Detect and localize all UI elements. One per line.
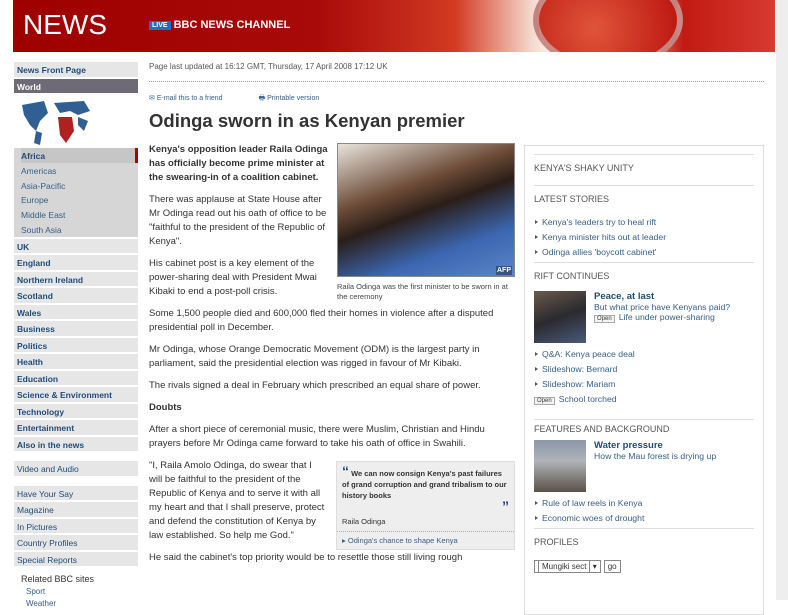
box-title: KENYA'S SHAKY UNITY [534, 154, 754, 181]
related-box: KENYA'S SHAKY UNITY LATEST STORIES Kenya… [524, 145, 764, 615]
envelope-icon: ✉ [149, 95, 157, 102]
sidebar-item-health[interactable]: Health [14, 354, 138, 369]
email-link[interactable]: ✉ E-mail this to a friend [149, 92, 223, 106]
sidebar-item-science[interactable]: Science & Environment [14, 387, 138, 402]
feature-item[interactable]: Water pressure How the Mau forest is dryi… [534, 440, 754, 492]
open-link[interactable]: School torched [559, 394, 617, 404]
article-photo: AFP Raila Odinga was the first minister … [337, 143, 515, 302]
paragraph: After a short piece of ceremonial music,… [149, 424, 485, 449]
photo-caption: Raila Odinga was the first minister to b… [337, 282, 508, 301]
quote-link-label: Odinga's chance to shape Kenya [347, 536, 458, 545]
latest-link[interactable]: Kenya minister hits out at leader [534, 232, 754, 242]
rift-link[interactable]: Slideshow: Mariam [534, 379, 754, 389]
profiles-title: PROFILES [534, 528, 754, 555]
scrollbar[interactable] [776, 0, 788, 600]
printer-icon: 🖶 [258, 95, 268, 102]
sidebar-item-country-profiles[interactable]: Country Profiles [14, 535, 138, 550]
sidebar-item-front-page[interactable]: News Front Page [14, 62, 138, 77]
paragraph: He said the cabinet's top priority would… [149, 552, 463, 563]
rift-link[interactable]: Slideshow: Bernard [534, 364, 754, 374]
rift-feature[interactable]: Peace, at last But what price have Kenyan… [534, 291, 754, 343]
region-americas[interactable]: Americas [21, 163, 138, 178]
world-map-icon[interactable] [14, 95, 138, 148]
sidebar-item-video-audio[interactable]: Video and Audio [14, 461, 138, 476]
sidebar-item-also-in-news[interactable]: Also in the news [14, 436, 138, 452]
rift-feature-title[interactable]: Peace, at last [594, 291, 654, 302]
related-sites: Related BBC sites Sport Weather [14, 568, 138, 608]
sidebar-item-northern-ireland[interactable]: Northern Ireland [14, 271, 138, 287]
region-africa[interactable]: Africa [21, 148, 138, 163]
paragraph: Mr Odinga, whose Orange Democratic Movem… [149, 344, 480, 369]
features-title: FEATURES AND BACKGROUND [534, 419, 754, 438]
region-list: Africa Americas Asia-Pacific Europe Midd… [14, 148, 138, 237]
related-weather[interactable]: Weather [21, 599, 138, 608]
open-icon[interactable]: Open [594, 315, 615, 323]
feature-sub: How the Mau forest is drying up [594, 451, 717, 461]
sidebar-item-scotland[interactable]: Scotland [14, 288, 138, 303]
latest-title: LATEST STORIES [534, 185, 754, 212]
sidebar-item-politics[interactable]: Politics [14, 337, 138, 353]
live-channel-link[interactable]: LIVE BBC NEWS CHANNEL [149, 19, 290, 31]
profiles-select[interactable]: Mungiki sect ▾ [534, 560, 601, 573]
sidebar-item-technology[interactable]: Technology [14, 403, 138, 419]
profiles-select-value: Mungiki sect [538, 560, 591, 573]
article: Page last updated at 16:12 GMT, Thursday… [149, 60, 764, 573]
pull-quote: “ We can now consign Kenya's past failur… [336, 461, 515, 550]
sidebar-nav: News Front Page World Africa Americas As… [14, 62, 138, 608]
sidebar-item-world[interactable]: World [14, 78, 138, 93]
region-europe[interactable]: Europe [21, 192, 138, 207]
related-title: Related BBC sites [21, 574, 95, 585]
paragraph: The rivals signed a deal in February whi… [149, 380, 481, 391]
go-button[interactable]: go [603, 560, 621, 573]
sidebar-item-wales[interactable]: Wales [14, 304, 138, 320]
latest-link[interactable]: Kenya's leaders try to heal rift [534, 217, 754, 227]
feature-link[interactable]: Economic woes of drought [534, 513, 754, 523]
quote-author: Raila Odinga [337, 516, 514, 532]
header-banner: NEWS LIVE BBC NEWS CHANNEL [13, 0, 775, 52]
latest-link[interactable]: Odinga allies 'boycott cabinet' [534, 247, 754, 257]
sidebar-item-england[interactable]: England [14, 255, 138, 270]
channel-label: BBC NEWS CHANNEL [173, 19, 291, 31]
open-link[interactable]: Life under power-sharing [619, 312, 715, 322]
news-logo[interactable]: NEWS [23, 9, 107, 41]
last-updated: Page last updated at 16:12 GMT, Thursday… [149, 60, 764, 82]
rift-title: RIFT CONTINUES [534, 262, 754, 289]
sidebar-item-magazine[interactable]: Magazine [14, 502, 138, 517]
region-south-asia[interactable]: South Asia [21, 222, 138, 237]
subheading: Doubts [149, 402, 182, 413]
open-quote-icon: “ [342, 463, 349, 479]
rift-link[interactable]: Q&A: Kenya peace deal [534, 349, 754, 359]
region-asia-pacific[interactable]: Asia-Pacific [21, 178, 138, 193]
rift-thumbnail[interactable] [534, 291, 586, 343]
live-badge: LIVE [149, 20, 171, 30]
page-title: Odinga sworn in as Kenyan premier [149, 110, 465, 131]
sidebar-item-have-your-say[interactable]: Have Your Say [14, 485, 138, 501]
photo-credit: AFP [496, 266, 512, 275]
close-quote-icon: ” [502, 498, 509, 514]
quote-text: We can now consign Kenya's past failures… [342, 469, 507, 500]
rift-feature-sub: But what price have Kenyans paid? [594, 302, 731, 312]
region-middle-east[interactable]: Middle East [21, 207, 138, 222]
odinga-photo: AFP [337, 143, 515, 277]
feature-title[interactable]: Water pressure [594, 440, 663, 451]
feature-thumbnail[interactable] [534, 440, 586, 492]
quote-link[interactable]: ▸ Odinga's chance to shape Kenya [337, 532, 514, 549]
sidebar-item-special-reports[interactable]: Special Reports [14, 551, 138, 567]
open-icon[interactable]: Open [534, 397, 555, 405]
paragraph: Some 1,500 people died and 600,000 fled … [149, 308, 494, 333]
related-sport[interactable]: Sport [21, 587, 138, 596]
print-link[interactable]: 🖶 Printable version [259, 92, 320, 106]
sidebar-item-business[interactable]: Business [14, 321, 138, 336]
sidebar-item-entertainment[interactable]: Entertainment [14, 420, 138, 435]
sidebar-item-uk[interactable]: UK [14, 238, 138, 254]
sidebar-item-in-pictures[interactable]: In Pictures [14, 518, 138, 534]
globe-graphic [533, 0, 683, 52]
sidebar-item-education[interactable]: Education [14, 370, 138, 386]
feature-link[interactable]: Rule of law reels in Kenya [534, 498, 754, 508]
